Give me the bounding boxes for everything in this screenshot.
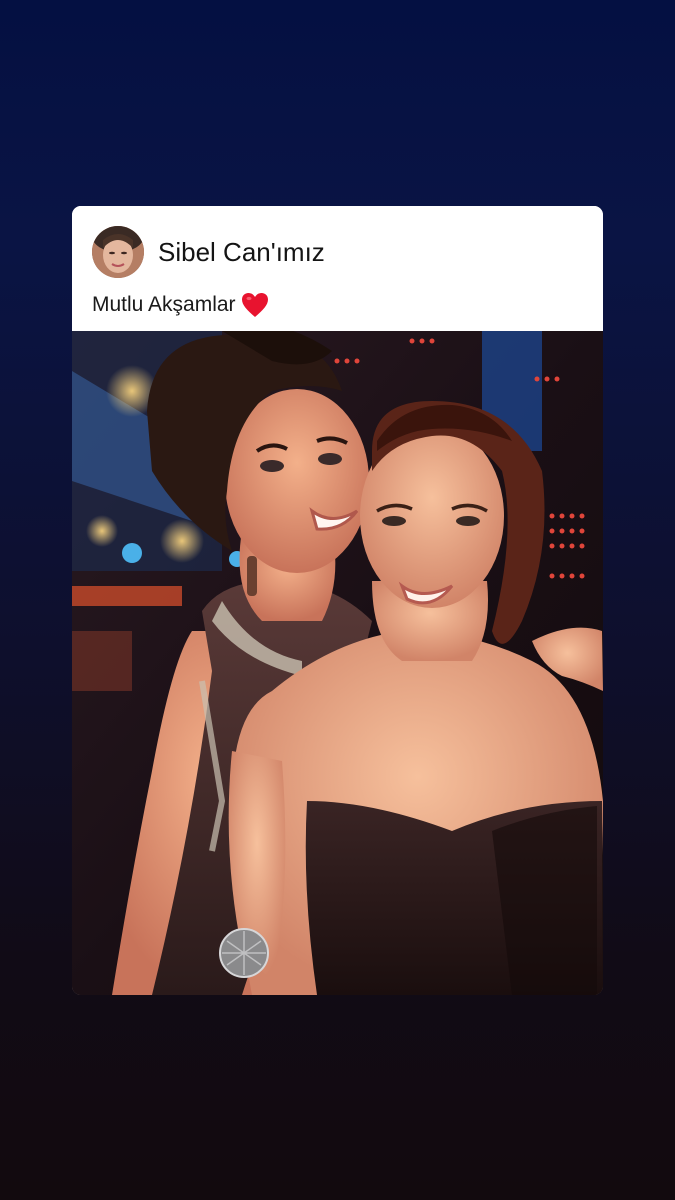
post-photo[interactable] (72, 331, 603, 995)
avatar-portrait (92, 226, 144, 278)
photo-illustration (72, 331, 603, 995)
caption-text: Mutlu Akşamlar (92, 293, 236, 316)
post-card: Sibel Can'ımız Mutlu Akşamlar (72, 206, 603, 995)
post-caption: Mutlu Akşamlar (92, 292, 269, 318)
author-name[interactable]: Sibel Can'ımız (158, 237, 325, 268)
author-avatar[interactable] (92, 226, 144, 278)
red-heart-icon (241, 292, 269, 318)
post-header: Sibel Can'ımız Mutlu Akşamlar (72, 206, 603, 331)
